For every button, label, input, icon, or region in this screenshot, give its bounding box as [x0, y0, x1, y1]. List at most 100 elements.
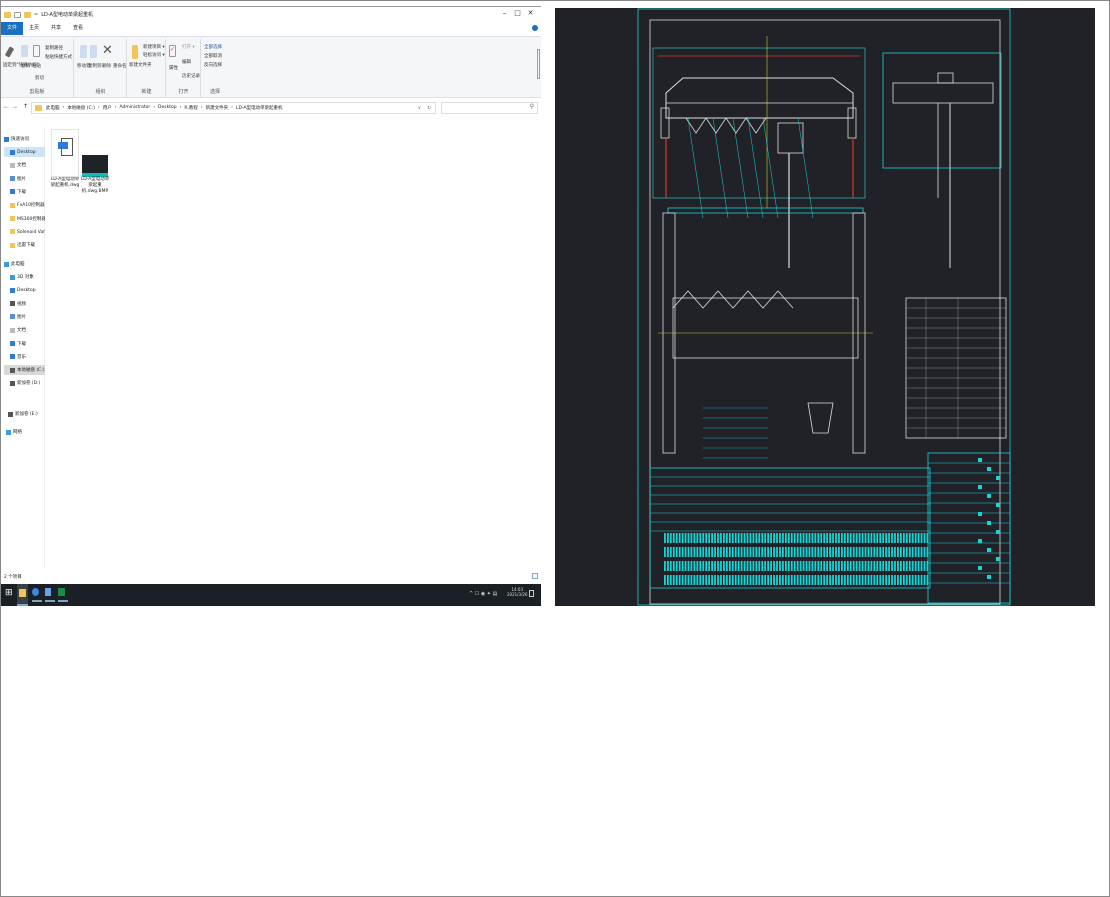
file-item-dwg[interactable]: LD-A型电动单梁起重机.dwg	[50, 129, 80, 189]
open-button[interactable]: 打开 ▾	[182, 44, 195, 50]
new-folder-icon	[132, 45, 138, 59]
cad-hatch	[876, 561, 879, 571]
tab-view[interactable]: 查看	[67, 22, 89, 35]
properties-button[interactable]: 属性	[169, 65, 178, 71]
cad-hatch	[852, 561, 855, 571]
nav-item-pc[interactable]: 本地磁盘 (C:)	[4, 365, 45, 376]
help-icon[interactable]	[532, 25, 538, 31]
history-button[interactable]: 历史记录	[182, 73, 200, 79]
cad-hatch	[900, 547, 902, 557]
tab-file[interactable]: 文件	[1, 22, 24, 35]
edit-button[interactable]: 编辑	[182, 59, 191, 65]
new-folder-icon[interactable]	[24, 11, 31, 18]
tab-home[interactable]: 主页	[23, 22, 45, 35]
search-input[interactable]: ⚲	[441, 102, 538, 114]
invert-selection-button[interactable]: 反向选择	[204, 62, 222, 68]
breadcrumb-item[interactable]: 此电脑	[46, 105, 60, 111]
copy-button[interactable]: 复制	[21, 63, 30, 69]
easy-access-button[interactable]: 轻松访问 ▾	[143, 52, 165, 58]
nav-this-pc[interactable]: 此电脑	[4, 259, 45, 269]
cad-hatch	[758, 533, 761, 543]
details-view-button[interactable]	[532, 573, 538, 579]
select-none-button[interactable]: 全部取消	[204, 53, 222, 59]
cad-hatch	[714, 533, 716, 543]
taskbar-app-document[interactable]	[45, 588, 55, 602]
nav-item-label: 网络	[13, 430, 22, 435]
nav-item-quick[interactable]: 图片	[4, 174, 45, 184]
nav-item-pc[interactable]: 3D 对象	[4, 272, 45, 282]
properties-icon[interactable]	[14, 11, 21, 18]
up-button[interactable]: ↑	[23, 103, 28, 110]
forward-button[interactable]: →	[12, 104, 17, 111]
cad-hatch	[826, 575, 829, 585]
quick-access-toolbar-dropdown[interactable]: =	[34, 12, 38, 18]
breadcrumb-item[interactable]: 新建文件夹	[206, 105, 229, 111]
maximize-button[interactable]: □	[511, 9, 524, 17]
breadcrumb-item[interactable]: Administrator	[120, 105, 151, 111]
file-item-bmp[interactable]: LD-A型电动单梁起重机.dwg.BMP	[80, 129, 110, 195]
minimize-button[interactable]: –	[498, 9, 511, 17]
breadcrumb-item[interactable]: 本地磁盘 (C:)	[67, 105, 95, 111]
title-block	[927, 452, 1011, 604]
title-bar: = LD-A型电动单梁起重机 – □ ✕	[1, 7, 541, 22]
select-label: 选择	[209, 89, 220, 95]
new-item-button[interactable]: 新建项目 ▾	[143, 44, 165, 50]
nav-item-pc[interactable]: 新加卷 (D:)	[4, 378, 45, 388]
nav-quick-access[interactable]: 快速访问	[4, 134, 45, 144]
close-button[interactable]: ✕	[524, 9, 537, 17]
nav-item-quick[interactable]: Desktop	[4, 147, 45, 157]
cad-hatch	[905, 547, 908, 557]
nav-item-quick[interactable]: 迅雷下载	[4, 240, 45, 250]
breadcrumb-item[interactable]: Desktop	[158, 105, 177, 111]
cad-hatch	[787, 547, 790, 557]
delete-button[interactable]: 删除	[102, 63, 111, 69]
tab-share[interactable]: 共享	[45, 22, 67, 35]
cad-hatch	[923, 561, 926, 571]
cad-hatch	[823, 533, 826, 543]
taskbar-app-spreadsheet[interactable]	[58, 588, 68, 602]
ribbon-scrollbar[interactable]	[537, 49, 540, 79]
nav-item-quick[interactable]: MS300控制器工程助理	[4, 214, 45, 224]
start-button[interactable]: ⊞	[5, 588, 15, 602]
cad-hatch	[843, 547, 846, 557]
nav-item-pc[interactable]: 文档	[4, 325, 45, 335]
cad-hatch	[802, 575, 805, 585]
rename-button[interactable]: 重命名	[113, 63, 127, 69]
cad-line	[687, 117, 704, 219]
history-dropdown[interactable]: ∨	[418, 106, 421, 111]
nav-item-pc[interactable]: 下载	[4, 339, 45, 349]
breadcrumb-item[interactable]: 用户	[103, 105, 112, 111]
nav-item-drive[interactable]: 新加卷 (E:)	[4, 409, 45, 419]
cad-hatch	[861, 575, 864, 585]
cad-hatch	[693, 533, 696, 543]
address-bar[interactable]: 此电脑 › 本地磁盘 (C:) › 用户 › Administrator › Desktop › R…	[31, 102, 436, 114]
copy-to-button[interactable]: 复制到	[88, 63, 102, 69]
breadcrumb-item[interactable]: LD-A型电动单梁起重机	[236, 105, 283, 111]
folder-icon	[10, 189, 15, 195]
cad-drawing-image	[555, 8, 1095, 606]
taskbar-explorer[interactable]	[17, 584, 28, 606]
nav-item-quick[interactable]: 下载	[4, 187, 45, 197]
cut-button[interactable]: 剪切	[35, 75, 44, 81]
nav-network[interactable]: 网络	[4, 427, 45, 437]
system-tray-icons[interactable]: ^ ☐ ◉ ✦ ▤	[469, 591, 497, 597]
plan-view	[672, 297, 859, 359]
nav-item-quick[interactable]: Solenoid Valve问题	[4, 227, 45, 237]
clock[interactable]: 14:03 2021/3/26	[507, 587, 528, 597]
new-folder-button[interactable]: 新建文件夹	[129, 63, 152, 69]
taskbar-app-browser[interactable]	[32, 588, 42, 602]
refresh-icon[interactable]: ↻	[427, 106, 431, 111]
back-button[interactable]: ←	[4, 104, 9, 111]
nav-item-pc[interactable]: 音乐	[4, 352, 45, 362]
breadcrumb-item[interactable]: R.教程	[184, 105, 197, 111]
nav-item-quick[interactable]: 文档	[4, 160, 45, 170]
nav-item-pc[interactable]: 视频	[4, 299, 45, 309]
nav-item-quick[interactable]: FvA10控制器工程助理	[4, 200, 45, 210]
nav-item-pc[interactable]: 图片	[4, 312, 45, 322]
nav-item-pc[interactable]: Desktop	[4, 285, 45, 295]
paste-button[interactable]: 粘贴	[32, 63, 41, 69]
select-all-button[interactable]: 全部选择	[204, 44, 222, 50]
copy-path-button[interactable]: 复制路径	[45, 45, 63, 51]
notification-icon[interactable]	[529, 590, 534, 597]
paste-shortcut-button[interactable]: 粘贴快捷方式	[45, 54, 72, 60]
